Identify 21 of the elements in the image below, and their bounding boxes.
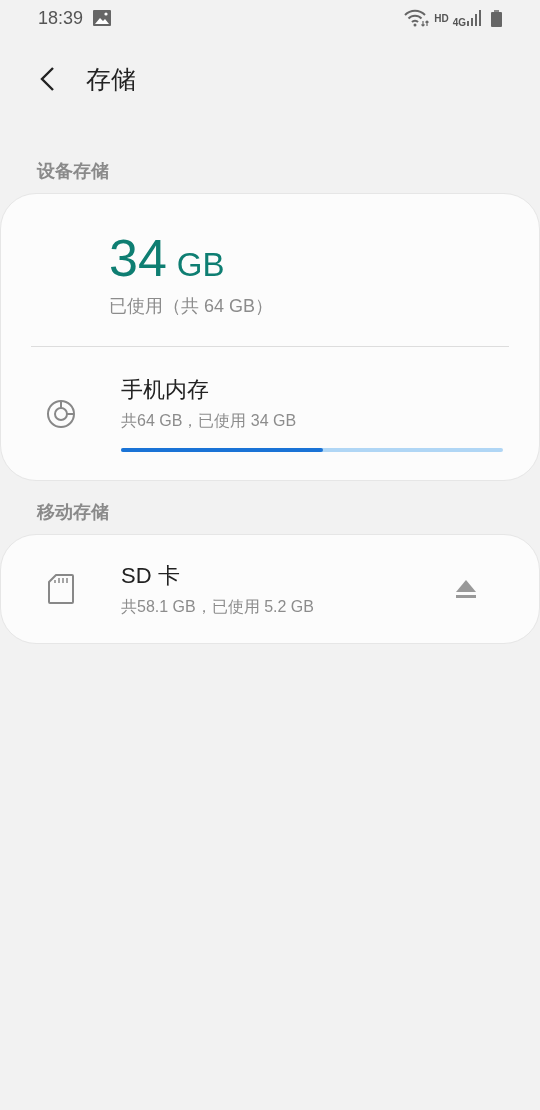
- storage-detail: 共64 GB，已使用 34 GB: [121, 411, 298, 431]
- used-unit: GB: [176, 246, 225, 284]
- eject-icon: [455, 579, 477, 599]
- signal-icon: [467, 10, 481, 26]
- network-type: 4G: [452, 16, 466, 28]
- storage-icon: [46, 398, 76, 429]
- back-icon: [38, 66, 56, 92]
- status-time: 18:39: [38, 7, 84, 29]
- storage-detail: 共58.1 GB，已使用 5.2 GB: [121, 596, 315, 617]
- wifi-icon: [404, 9, 431, 27]
- usage-caption: 已使用（共 64 GB）: [109, 295, 275, 318]
- used-amount: 34: [109, 228, 167, 288]
- image-icon: [93, 10, 112, 26]
- section-header: 设备存储: [35, 160, 110, 183]
- battery-icon: [491, 9, 502, 27]
- sd-card-icon: [48, 574, 74, 604]
- hd-label: HD: [434, 12, 449, 24]
- storage-name[interactable]: SD 卡: [121, 560, 413, 591]
- storage-name[interactable]: 手机内存: [121, 375, 503, 405]
- page-title: 存储: [86, 63, 136, 95]
- section-header: 移动存储: [35, 501, 110, 524]
